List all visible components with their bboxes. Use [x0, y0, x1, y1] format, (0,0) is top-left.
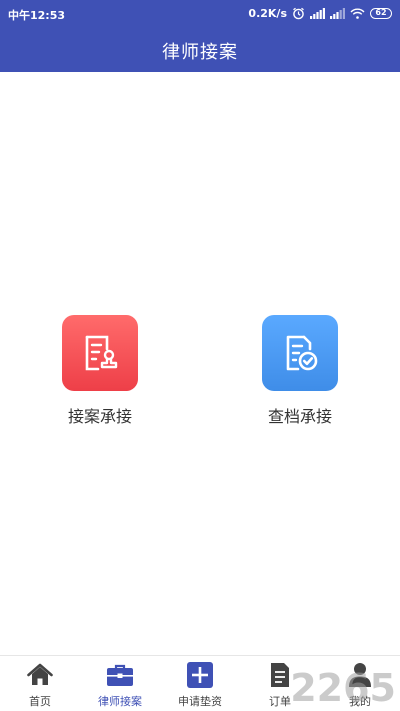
battery-level: 62 — [375, 8, 387, 17]
doc-check-icon — [286, 335, 318, 371]
wifi-icon — [350, 8, 365, 19]
status-indicators: 0.2K/s 62 — [248, 5, 392, 21]
nav-label-apply-advance: 申请垫资 — [178, 695, 222, 708]
feature-case-accept[interactable]: 接案承接 — [40, 315, 160, 427]
case-doc-icon — [85, 335, 118, 371]
alarm-icon — [293, 7, 304, 19]
network-speed: 0.2K/s — [248, 6, 287, 20]
nav-item-lawyer-case[interactable]: 律师接案 — [80, 656, 160, 711]
status-bar: 中午12:53 0.2K/s 62 — [0, 0, 400, 26]
nav-label-lawyer-case: 律师接案 — [98, 695, 142, 708]
battery-indicator: 62 — [370, 7, 392, 19]
case-accept-tile[interactable] — [62, 315, 138, 391]
feature-label-case-accept: 接案承接 — [67, 407, 132, 426]
nav-label-home: 首页 — [29, 695, 51, 708]
plus-square-icon — [185, 661, 215, 689]
nav-item-home[interactable]: 首页 — [0, 656, 80, 711]
watermark-logo: 2265 — [290, 666, 396, 710]
home-icon — [25, 661, 55, 689]
nav-item-apply-advance[interactable]: 申请垫资 — [160, 656, 240, 711]
signal-icon — [310, 7, 325, 19]
signal-icon-2 — [330, 7, 345, 19]
page-title: 律师接案 — [162, 42, 238, 63]
feature-archive-accept[interactable]: 查档承接 — [240, 315, 360, 427]
archive-accept-tile[interactable] — [262, 315, 338, 391]
app-header: 中午12:53 0.2K/s 62 律师接案 — [0, 0, 400, 72]
feature-label-archive-accept: 查档承接 — [267, 407, 332, 426]
briefcase-icon — [105, 661, 135, 689]
nav-label-orders: 订单 — [269, 695, 291, 708]
status-time: 中午12:53 — [8, 9, 66, 22]
app-screen: 中午12:53 0.2K/s 62 律师接案 接案承接 查档承接 首页 律师接案… — [0, 0, 400, 711]
